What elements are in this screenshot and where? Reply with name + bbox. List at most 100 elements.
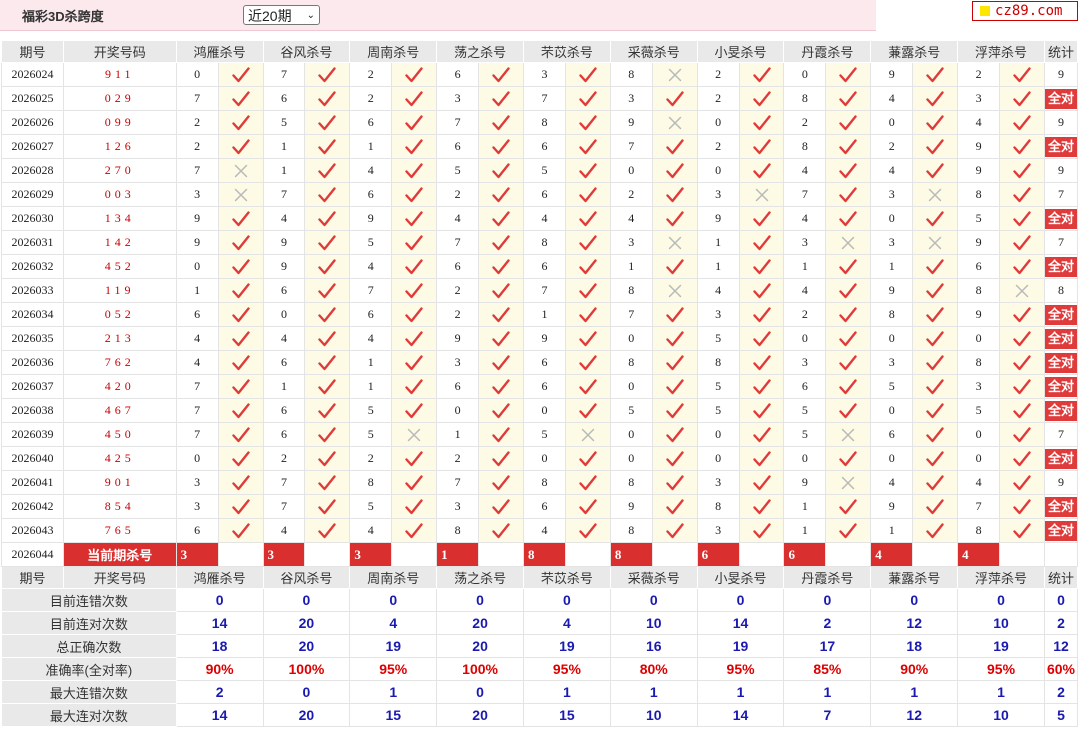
kill-number-cell: 0	[522, 446, 566, 471]
kill-number-cell: 0	[957, 446, 1001, 471]
kill-number-cell: 8	[783, 134, 827, 159]
check-icon	[391, 182, 438, 207]
empty-cell	[1043, 542, 1078, 567]
kill-number-cell: 7	[262, 494, 306, 519]
check-icon	[738, 134, 785, 159]
stat-value: 19	[696, 634, 785, 658]
check-icon	[217, 86, 264, 111]
kill-number-cell: 6	[870, 422, 914, 447]
stat-label: 准确率(全对率)	[1, 657, 177, 681]
kill-number-cell: 6	[957, 254, 1001, 279]
check-icon	[651, 302, 698, 327]
check-icon	[391, 494, 438, 519]
check-icon	[912, 278, 959, 303]
draw-number-cell: 142	[62, 230, 177, 255]
kill-number-cell: 2	[957, 62, 1001, 87]
kill-number-cell: 0	[262, 302, 306, 327]
kill-number-cell: 4	[262, 326, 306, 351]
check-icon	[738, 62, 785, 87]
kill-number-cell: 5	[696, 374, 740, 399]
cross-icon	[564, 422, 611, 447]
kill-number-cell: 4	[957, 470, 1001, 495]
kill-number-cell: 9	[870, 278, 914, 303]
current-kill-number: 6	[783, 542, 827, 567]
kill-number-cell: 6	[262, 278, 306, 303]
check-icon	[478, 422, 524, 447]
stat-value: 0	[522, 588, 611, 612]
kill-number-cell: 9	[783, 470, 827, 495]
check-icon	[999, 398, 1045, 423]
kill-number-cell: 6	[783, 374, 827, 399]
check-icon	[912, 470, 959, 495]
site-logo[interactable]: cz89.com	[972, 1, 1078, 21]
check-icon	[478, 158, 524, 183]
stat-cell: 7	[1043, 230, 1078, 255]
check-icon	[825, 494, 872, 519]
check-icon	[217, 230, 264, 255]
check-icon	[999, 182, 1045, 207]
kill-number-cell: 8	[957, 182, 1001, 207]
stat-value: 20	[436, 611, 524, 635]
kill-number-cell: 0	[175, 62, 219, 87]
check-icon	[564, 374, 611, 399]
current-kill-number: 4	[957, 542, 1001, 567]
kill-number-cell: 9	[262, 230, 306, 255]
empty-cell	[999, 542, 1045, 567]
check-icon	[304, 254, 351, 279]
draw-number-cell: 126	[62, 134, 177, 159]
stat-value: 7	[783, 703, 872, 727]
check-icon	[825, 206, 872, 231]
kill-number-cell: 0	[696, 446, 740, 471]
draw-number-cell: 134	[62, 206, 177, 231]
kill-number-cell: 3	[436, 86, 480, 111]
cross-icon	[999, 278, 1045, 303]
kill-number-cell: 3	[783, 350, 827, 375]
kill-number-cell: 2	[696, 62, 740, 87]
kill-number-cell: 0	[175, 446, 219, 471]
check-icon	[217, 374, 264, 399]
kill-number-cell: 2	[696, 86, 740, 111]
check-icon	[999, 230, 1045, 255]
cross-icon	[651, 110, 698, 135]
stat-value: 5	[1043, 703, 1078, 727]
check-icon	[564, 206, 611, 231]
kill-number-cell: 0	[175, 254, 219, 279]
table-row: 2026024 911 0 7 2 6 3 8 2 0 9 2 9	[1, 62, 1078, 87]
check-icon	[391, 470, 438, 495]
check-icon	[391, 350, 438, 375]
kill-number-cell: 6	[436, 374, 480, 399]
period-select[interactable]: 近20期 ⌄	[243, 5, 320, 25]
check-icon	[738, 470, 785, 495]
check-icon	[999, 302, 1045, 327]
kill-number-cell: 6	[262, 350, 306, 375]
check-icon	[738, 398, 785, 423]
table-row: 2026031 142 9 9 5 7 8 3 1 3 3 9 7	[1, 230, 1078, 255]
kill-number-cell: 6	[175, 518, 219, 543]
stat-value: 19	[957, 634, 1045, 658]
kill-number-cell: 3	[522, 62, 566, 87]
stat-value: 0	[262, 680, 351, 704]
draw-number-cell: 420	[62, 374, 177, 399]
kill-number-cell: 8	[957, 518, 1001, 543]
kill-number-cell: 3	[870, 350, 914, 375]
kill-number-cell: 3	[175, 182, 219, 207]
kill-number-cell: 5	[349, 422, 393, 447]
check-icon	[217, 446, 264, 471]
kill-number-cell: 6	[262, 86, 306, 111]
kill-number-cell: 8	[522, 110, 566, 135]
empty-cell	[825, 542, 872, 567]
check-icon	[478, 278, 524, 303]
empty-cell	[651, 542, 698, 567]
check-icon	[217, 326, 264, 351]
column-header: 浮萍杀号	[957, 40, 1045, 63]
table-row: 2026026 099 2 5 6 7 8 9 0 2 0 4 9	[1, 110, 1078, 135]
stat-value: 0	[870, 588, 959, 612]
column-header: 芣苡杀号	[522, 40, 611, 63]
kill-number-cell: 0	[870, 206, 914, 231]
check-icon	[999, 374, 1045, 399]
stat-value: 14	[175, 703, 264, 727]
kill-number-cell: 9	[262, 254, 306, 279]
check-icon	[478, 110, 524, 135]
kill-number-cell: 2	[436, 278, 480, 303]
stat-value: 80%	[609, 657, 698, 681]
